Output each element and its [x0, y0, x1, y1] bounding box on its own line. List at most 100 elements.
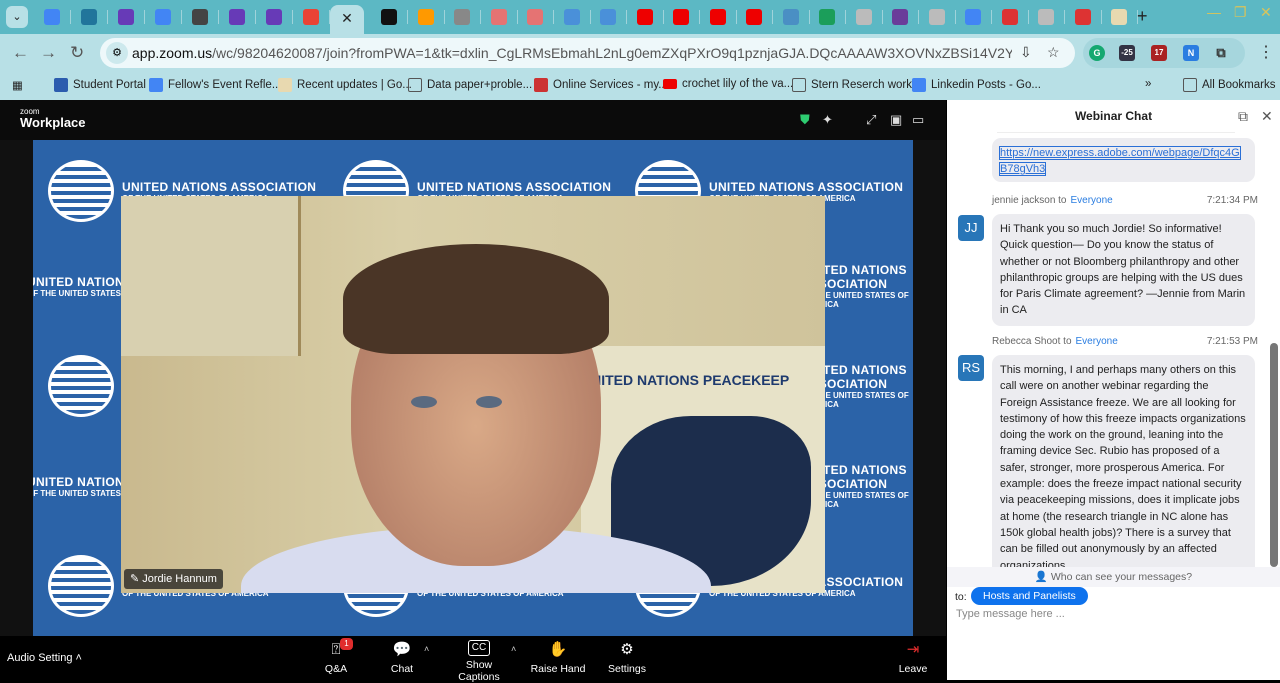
browser-tab[interactable] — [155, 9, 171, 25]
recipient-dropdown[interactable]: Hosts and Panelists — [971, 587, 1088, 605]
webinar-chat-panel: Webinar Chat ⧉ ✕ https://new.express.ado… — [947, 100, 1280, 680]
forward-icon[interactable]: → — [40, 43, 57, 63]
more-bookmarks-icon[interactable]: » — [1145, 78, 1151, 90]
close-tab-icon[interactable]: ✕ — [341, 10, 353, 26]
browser-tab[interactable] — [1001, 9, 1018, 25]
chat-link[interactable]: https://new.express.adobe.com/webpage/Df… — [999, 145, 1241, 177]
browser-tab[interactable] — [928, 9, 945, 25]
address-bar[interactable]: ⚙ app.zoom.us/wc/98204620087/join?fromPW… — [100, 38, 1075, 68]
fullscreen-icon[interactable]: ⤢ — [866, 112, 876, 128]
leave-button[interactable]: ⇥ Leave — [897, 640, 929, 675]
browser-tab[interactable] — [266, 9, 282, 25]
browser-tab[interactable] — [819, 9, 835, 25]
tab-separator — [144, 10, 145, 24]
tab-separator — [699, 10, 700, 24]
browser-tab[interactable] — [1038, 9, 1054, 25]
tab-separator — [407, 10, 408, 24]
browser-tab[interactable] — [636, 9, 653, 25]
show-captions-button[interactable]: CC Show Captions — [444, 640, 514, 683]
settings-button[interactable]: ⚙ Settings — [605, 640, 649, 675]
pop-out-icon[interactable]: ⧉ — [1238, 108, 1248, 125]
audio-setting-button[interactable]: Audio Setting ˄ — [7, 652, 82, 664]
back-icon[interactable]: ← — [12, 43, 29, 63]
bookmark[interactable]: Online Services - my... — [534, 78, 668, 92]
puzzle-icon[interactable]: ⧉ — [1213, 45, 1229, 61]
captions-options-caret[interactable]: ˄ — [511, 644, 516, 654]
tab-separator — [480, 10, 481, 24]
active-tab[interactable]: ✕ — [330, 5, 364, 34]
meeting-controls: Audio Setting ˄ ⍰ Q&A 💬 Chat CC Show Captio… — [0, 636, 946, 683]
bookmark[interactable]: Student Portal — [54, 78, 146, 92]
chat-message: This morning, I and perhaps many others … — [992, 355, 1255, 581]
shield-extension-icon[interactable]: 17 — [1151, 45, 1167, 61]
close-window-icon[interactable]: ✕ — [1260, 4, 1272, 21]
tab-separator — [626, 10, 627, 24]
browser-tab[interactable] — [892, 9, 908, 25]
tab-separator — [1027, 10, 1029, 24]
world-map — [121, 196, 301, 356]
browser-tab[interactable] — [229, 9, 245, 25]
browser-tab[interactable] — [118, 9, 134, 25]
browser-tab[interactable] — [600, 9, 616, 25]
tab-separator — [1064, 10, 1065, 24]
bookmark[interactable]: Linkedin Posts - Go... — [912, 78, 1041, 92]
reload-icon[interactable]: ↻ — [70, 43, 84, 63]
new-tab-button[interactable]: + — [1137, 6, 1148, 27]
maximize-icon[interactable]: ❐ — [1234, 4, 1247, 21]
browser-tab[interactable] — [782, 9, 799, 25]
browser-menu-icon[interactable]: ⋮ — [1258, 42, 1274, 62]
browser-tab[interactable] — [965, 9, 981, 25]
browser-tab[interactable] — [192, 9, 208, 25]
tab-separator — [553, 10, 554, 24]
who-can-see-link[interactable]: 👤 Who can see your messages? — [947, 567, 1280, 587]
chat-scrollbar[interactable] — [1270, 343, 1278, 567]
chat-icon: 💬 — [392, 641, 412, 658]
browser-tab[interactable] — [490, 9, 507, 25]
extension-icon[interactable]: -25 — [1119, 45, 1135, 61]
tab-separator — [218, 10, 219, 24]
browser-tab[interactable] — [1074, 9, 1091, 25]
bookmark-folder[interactable]: Data paper+proble... — [408, 78, 532, 92]
bookmark[interactable]: Fellow's Event Refle... — [149, 78, 281, 92]
minimize-icon[interactable]: — — [1207, 4, 1221, 20]
bookmark[interactable]: Recent updates | Go... — [278, 78, 412, 92]
site-info-icon[interactable]: ⚙ — [106, 42, 128, 64]
sparkle-icon[interactable]: ✦ — [822, 112, 833, 128]
all-bookmarks[interactable]: All Bookmarks — [1183, 78, 1276, 92]
close-icon[interactable]: ✕ — [1261, 108, 1273, 125]
chat-message: Hi Thank you so much Jordie! So informat… — [992, 214, 1255, 326]
chat-options-caret[interactable]: ˄ — [424, 644, 429, 654]
browser-tab[interactable] — [855, 9, 872, 25]
encryption-shield-icon[interactable]: ⛊ — [800, 112, 810, 128]
browser-tab[interactable] — [563, 9, 580, 25]
browser-tab[interactable] — [1111, 9, 1127, 25]
avatar: JJ — [958, 215, 984, 241]
browser-tab[interactable] — [709, 9, 726, 25]
tab-separator — [70, 10, 71, 24]
browser-tab[interactable] — [527, 9, 543, 25]
browser-tab[interactable] — [454, 9, 470, 25]
browser-tab[interactable] — [44, 9, 60, 25]
browser-tab[interactable] — [303, 9, 319, 25]
chat-button[interactable]: 💬 Chat — [388, 640, 416, 675]
tab-search-button[interactable]: ⌄ — [6, 6, 28, 28]
browser-tab[interactable] — [81, 9, 97, 25]
n-extension-icon[interactable]: N — [1183, 45, 1199, 61]
screen-icon[interactable]: ▭ — [912, 112, 924, 128]
browser-tab[interactable] — [381, 9, 397, 25]
bookmark-folder[interactable]: Stern Reserch work — [792, 78, 912, 92]
to-label: to: — [955, 591, 967, 603]
message-meta: jennie jackson to Everyone 7:21:34 PM — [992, 195, 1258, 206]
apps-icon[interactable]: ▦ — [12, 78, 23, 92]
browser-tab[interactable] — [746, 9, 762, 25]
chat-title: Webinar Chat — [1074, 109, 1153, 123]
message-input[interactable]: Type message here ... — [956, 608, 1065, 620]
raise-hand-button[interactable]: ✋ Raise Hand — [530, 640, 586, 675]
browser-tab[interactable] — [673, 9, 689, 25]
bookmark[interactable]: crochet lily of the va... — [663, 78, 793, 90]
bookmark-star-icon[interactable]: ☆ — [1047, 44, 1060, 61]
view-layout-icon[interactable]: ▣ — [890, 112, 902, 128]
grammarly-icon[interactable]: G — [1089, 45, 1105, 61]
install-app-icon[interactable]: ⇩ — [1020, 44, 1032, 61]
browser-tab[interactable] — [417, 9, 434, 25]
